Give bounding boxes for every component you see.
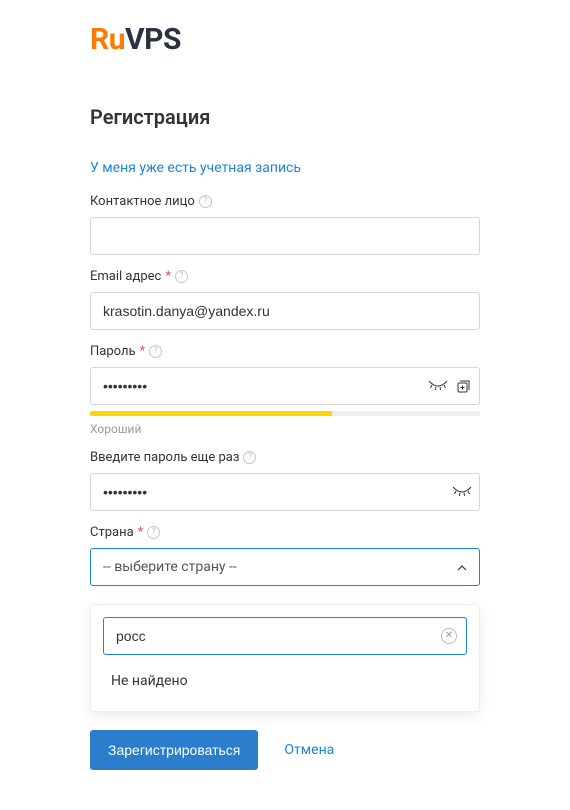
generate-password-icon[interactable] — [456, 378, 472, 394]
existing-account-link[interactable]: У меня уже есть учетная запись — [90, 160, 301, 176]
password-strength-fill — [90, 411, 332, 416]
password-field-group: Пароль * ? — [90, 344, 480, 416]
password-strength-bar — [90, 411, 480, 416]
help-icon[interactable]: ? — [149, 345, 162, 358]
cancel-link[interactable]: Отмена — [284, 742, 334, 758]
password-confirm-input[interactable] — [90, 473, 480, 511]
country-dropdown-panel: ✕ Не найдено — [90, 604, 480, 712]
password-label: Пароль — [90, 344, 136, 359]
password-input[interactable] — [90, 367, 480, 405]
country-search-input[interactable] — [103, 617, 467, 655]
help-icon[interactable]: ? — [199, 195, 212, 208]
contact-label: Контактное лицо — [90, 194, 195, 209]
eye-icon[interactable] — [452, 486, 472, 498]
country-label: Страна — [90, 525, 134, 540]
email-input[interactable] — [90, 292, 480, 330]
logo-vps: VPS — [125, 22, 181, 57]
password-confirm-label: Введите пароль еще раз — [90, 450, 239, 465]
country-select-value: -- выберите страну -- — [103, 559, 237, 575]
email-field-group: Email адрес * ? — [90, 269, 480, 330]
email-label: Email адрес — [90, 269, 161, 284]
logo: RuVPS — [90, 22, 480, 57]
page-title: Регистрация — [90, 105, 480, 129]
logo-ru: Ru — [90, 22, 125, 57]
clear-icon[interactable]: ✕ — [441, 628, 457, 644]
contact-field-group: Контактное лицо ? — [90, 194, 480, 255]
help-icon[interactable]: ? — [243, 451, 256, 464]
required-mark: * — [138, 525, 144, 540]
eye-icon[interactable] — [428, 380, 448, 392]
country-select[interactable]: -- выберите страну -- — [90, 548, 480, 586]
password-confirm-field-group: Введите пароль еще раз ? — [90, 450, 480, 511]
required-mark: * — [140, 344, 146, 359]
submit-button[interactable]: Зарегистрироваться — [90, 730, 258, 770]
chevron-up-icon — [457, 560, 467, 574]
dropdown-no-results: Не найдено — [103, 655, 467, 699]
contact-input[interactable] — [90, 217, 480, 255]
password-strength-label: Хороший — [90, 422, 480, 436]
help-icon[interactable]: ? — [175, 270, 188, 283]
country-field-group: Страна * ? -- выберите страну -- ✕ Не най… — [90, 525, 480, 712]
help-icon[interactable]: ? — [147, 526, 160, 539]
required-mark: * — [165, 269, 171, 284]
